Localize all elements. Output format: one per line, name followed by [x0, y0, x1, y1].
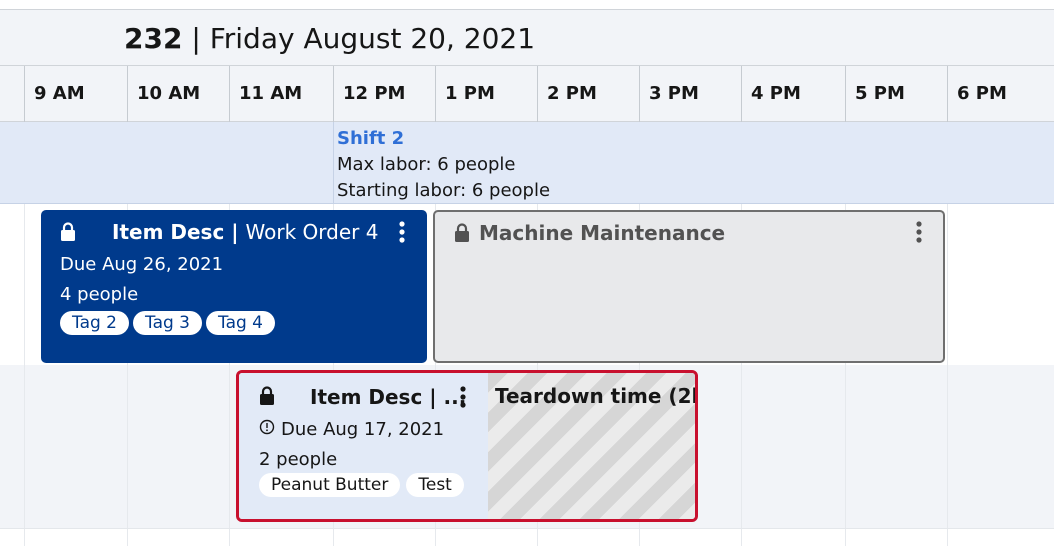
work-order-name: Work Order 4 [245, 220, 379, 244]
hour-label: 3 PM [639, 66, 741, 122]
hour-label: 10 AM [127, 66, 229, 122]
shift-band[interactable]: Shift 2 Max labor: 6 people Starting lab… [0, 122, 1054, 204]
lock-icon [259, 386, 275, 410]
work-order-card[interactable]: Item Desc | Work Order 4 Due Aug 26, 202… [41, 210, 427, 363]
schedule-date: Friday August 20, 2021 [209, 22, 536, 55]
overflow-menu-vertical-icon[interactable] [398, 220, 406, 248]
due-date: Due Aug 26, 2021 [60, 254, 224, 275]
hour-label: 2 PM [537, 66, 639, 122]
timeline-hours: 9 AM 10 AM 11 AM 12 PM 1 PM 2 PM 3 PM 4 … [0, 66, 1054, 122]
top-divider [0, 0, 1054, 10]
lock-icon [60, 222, 76, 246]
shift-name[interactable]: Shift 2 [337, 126, 550, 152]
tag: Test [406, 473, 464, 497]
work-order-title: Item Desc | Work Order 4 [112, 220, 378, 244]
overflow-menu-vertical-icon[interactable] [915, 220, 923, 248]
tag: Tag 2 [60, 311, 129, 335]
hour-label: 12 PM [333, 66, 435, 122]
station-number: 232 [124, 22, 183, 55]
teardown-section: Teardown time (2h) [488, 373, 698, 519]
work-order-title: Item Desc | ... [310, 385, 467, 409]
item-desc: Item Desc [112, 220, 225, 244]
shift-info: Shift 2 Max labor: 6 people Starting lab… [333, 122, 550, 204]
hour-label: 6 PM [947, 66, 1054, 122]
warning-circle-icon [259, 419, 275, 440]
due-date: Due Aug 17, 2021 [281, 419, 445, 440]
maintenance-card[interactable]: Machine Maintenance [433, 210, 945, 363]
page-title: 232 | Friday August 20, 2021 [124, 22, 535, 55]
tag-list: Tag 2 Tag 3 Tag 4 [60, 311, 275, 335]
tag: Tag 4 [206, 311, 275, 335]
selected-work-order-card[interactable]: Item Desc | ... Due Aug 17, 2021 2 peopl… [236, 370, 698, 522]
hour-label: 11 AM [229, 66, 333, 122]
shift-starting-labor: Starting labor: 6 people [337, 180, 551, 201]
people-count: 2 people [259, 449, 338, 470]
overflow-menu-vertical-icon[interactable] [459, 385, 467, 413]
due-date-row: Due Aug 17, 2021 [259, 419, 444, 440]
teardown-label: Teardown time (2h) [495, 384, 698, 408]
maintenance-title: Machine Maintenance [479, 221, 726, 245]
schedule-header: 232 | Friday August 20, 2021 [0, 10, 1054, 66]
hour-label: 1 PM [435, 66, 537, 122]
schedule-row [0, 528, 1054, 546]
hour-label: 9 AM [24, 66, 127, 122]
shift-max-labor: Max labor: 6 people [337, 154, 516, 175]
hour-label: 5 PM [845, 66, 947, 122]
tag: Tag 3 [133, 311, 202, 335]
title-separator: | [224, 220, 246, 244]
work-order-section: Item Desc | ... Due Aug 17, 2021 2 peopl… [239, 373, 488, 519]
lock-icon [454, 223, 470, 247]
title-separator: | [182, 22, 210, 55]
tag: Peanut Butter [259, 473, 401, 497]
hour-label: 4 PM [741, 66, 845, 122]
people-count: 4 people [60, 284, 139, 305]
tag-list: Peanut Butter Test [259, 473, 479, 497]
